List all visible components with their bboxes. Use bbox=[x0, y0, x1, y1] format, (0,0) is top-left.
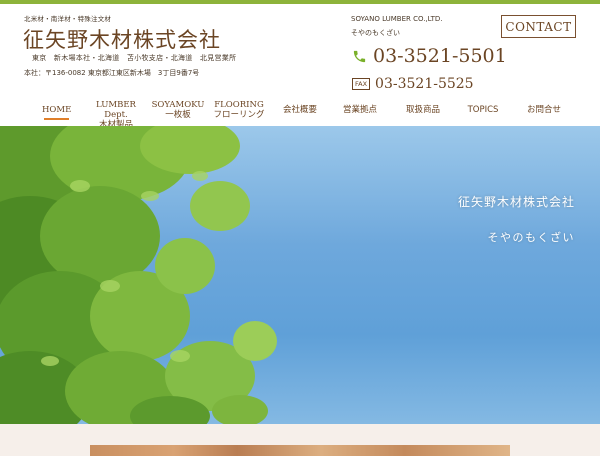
branch-list: 東京 新木場本社・北海道 苫小牧支店・北海道 北見営業所 bbox=[32, 54, 237, 62]
fax-number-block: FAX 03-3521-5525 bbox=[352, 76, 474, 92]
nav-company[interactable]: 会社概要 bbox=[280, 105, 320, 115]
nav-home-label: HOME bbox=[42, 105, 72, 115]
hero-title: 征矢野木材株式会社 bbox=[457, 195, 575, 209]
fax-label: FAX bbox=[352, 78, 371, 90]
nav-active-underline bbox=[43, 118, 69, 120]
nav-soyamoku[interactable]: SOYAMOKU 一枚板 bbox=[150, 100, 206, 120]
contact-button[interactable]: CONTACT bbox=[501, 15, 576, 38]
kana-company-name: そやのもくざい bbox=[351, 29, 400, 37]
phone-number: 03-3521-5501 bbox=[373, 45, 507, 67]
nav-home[interactable]: HOME bbox=[42, 105, 72, 120]
top-accent-bar bbox=[0, 0, 600, 4]
hero-subtitle: そやのもくざい bbox=[487, 231, 575, 244]
nav-products[interactable]: 取扱商品 bbox=[403, 105, 443, 115]
nav-lumber-en: LUMBER Dept. bbox=[96, 100, 136, 120]
tree-foliage-image bbox=[0, 126, 277, 424]
nav-inquiry[interactable]: お問合せ bbox=[524, 105, 564, 115]
phone-number-block[interactable]: 03-3521-5501 bbox=[352, 45, 507, 67]
address: 本社：〒136-0082 東京都江東区新木場 3丁目9番7号 bbox=[24, 69, 200, 77]
main-navigation: HOME LUMBER Dept. 木材製品 SOYAMOKU 一枚板 FLOO… bbox=[0, 98, 600, 130]
nav-offices[interactable]: 営業拠点 bbox=[340, 105, 380, 115]
nav-soyamoku-ja: 一枚板 bbox=[165, 110, 191, 120]
wood-products-image bbox=[90, 445, 510, 456]
fax-number: 03-3521-5525 bbox=[375, 76, 474, 92]
nav-topics[interactable]: TOPICS bbox=[463, 105, 503, 115]
nav-flooring[interactable]: FLOORING フローリング bbox=[210, 100, 268, 120]
tagline: 北米材・南洋材・特殊注文材 bbox=[24, 15, 112, 23]
nav-flooring-en: FLOORING bbox=[214, 100, 264, 110]
company-logo-title[interactable]: 征矢野木材株式会社 bbox=[23, 24, 221, 54]
hero-banner: 征矢野木材株式会社 そやのもくざい bbox=[0, 126, 600, 424]
nav-flooring-ja: フローリング bbox=[213, 110, 265, 120]
phone-icon bbox=[353, 50, 366, 62]
nav-soyamoku-en: SOYAMOKU bbox=[151, 100, 205, 110]
english-company-name: SOYANO LUMBER CO.,LTD. bbox=[351, 15, 443, 23]
